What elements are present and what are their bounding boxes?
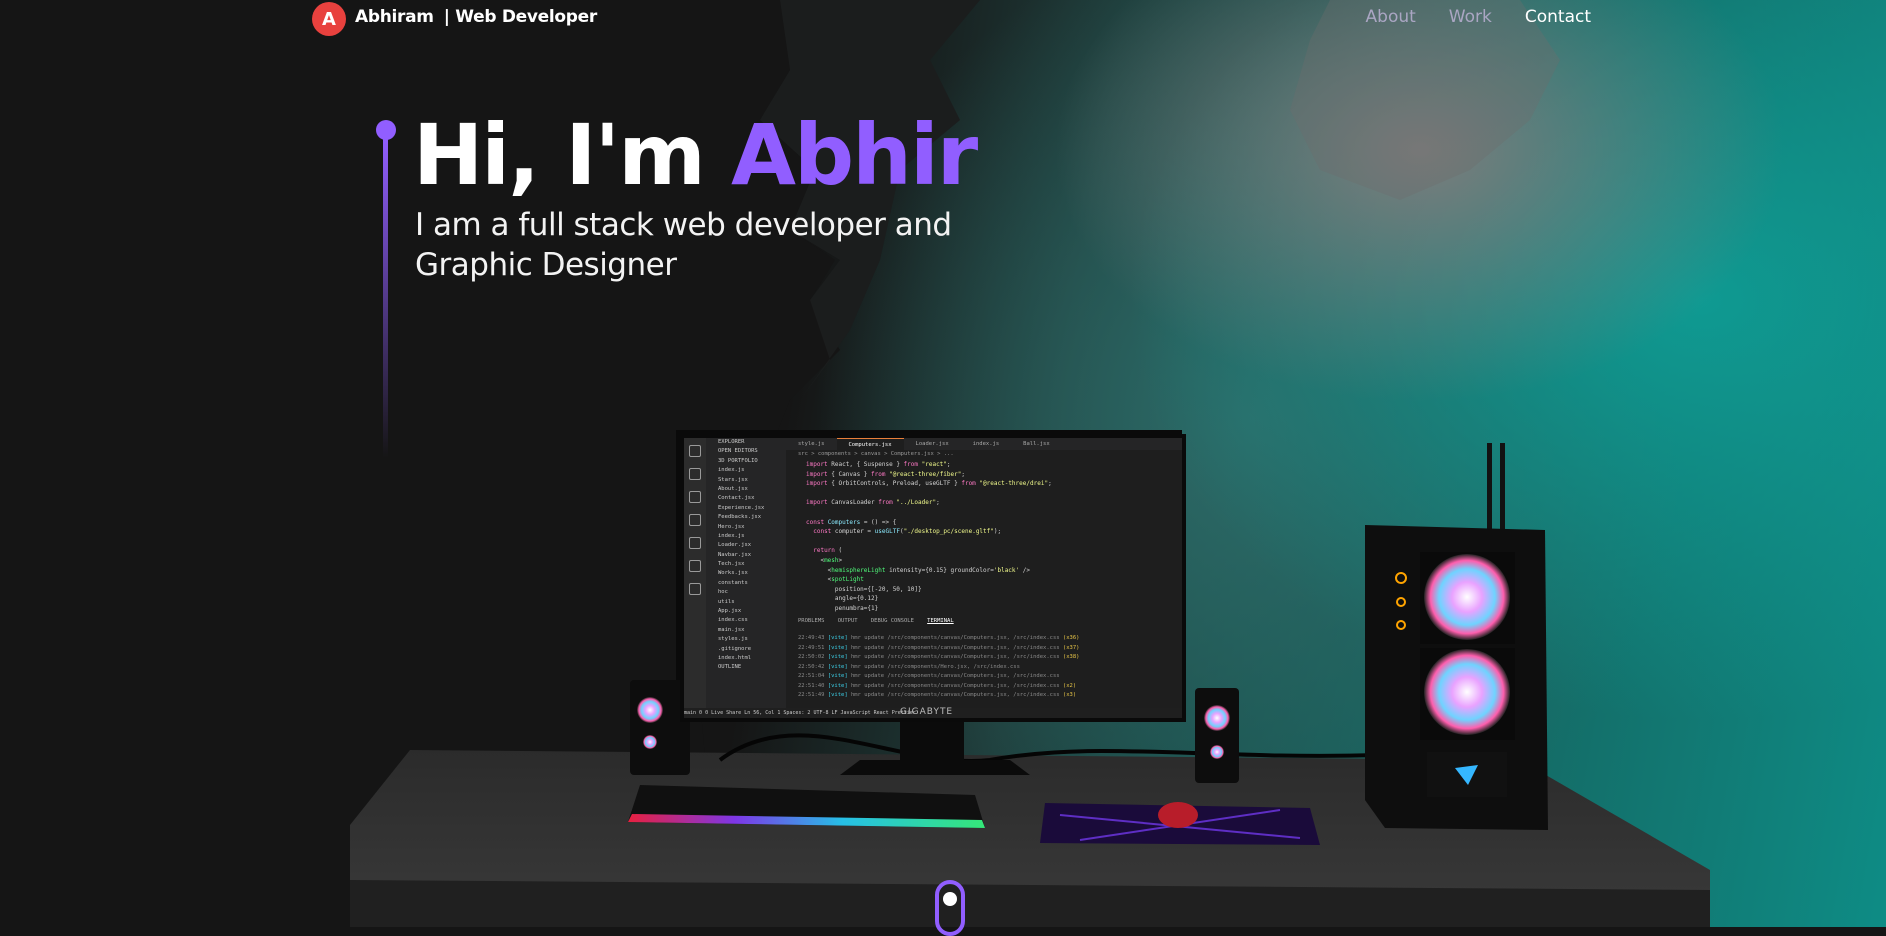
list-item: Contact.jsx <box>718 495 755 502</box>
scroll-indicator-dot <box>943 892 957 906</box>
list-item: Hero.jsx <box>718 523 745 530</box>
tab-style: style.js <box>798 441 825 447</box>
list-item: styles.js <box>718 636 748 643</box>
tab-loader: Loader.jsx <box>915 441 949 447</box>
list-item: Loader.jsx <box>718 542 752 549</box>
list-item: Tech.jsx <box>718 561 745 568</box>
pc-tower <box>1365 443 1548 830</box>
list-item: About.jsx <box>718 485 748 492</box>
editor-tabs: style.js Computers.jsx Loader.jsx index.… <box>786 438 1182 450</box>
list-item: App.jsx <box>718 608 742 615</box>
monitor-stand <box>900 716 964 766</box>
activity-bar <box>684 438 706 718</box>
terminal-output: 22:49:43 [vite] hmr update /src/componen… <box>798 635 1080 698</box>
tab-output: OUTPUT <box>837 618 858 624</box>
code-editor: import React, { Suspense } from "react";… <box>806 461 1052 612</box>
list-item: OPEN EDITORS <box>718 448 758 455</box>
list-item: OUTLINE <box>718 664 742 671</box>
list-item: Stars.jsx <box>718 476 748 483</box>
list-item: constants <box>718 579 748 586</box>
list-item: .gitignore <box>718 645 752 652</box>
scroll-indicator-icon[interactable] <box>935 880 965 936</box>
monitor-screen: EXPLORER OPEN EDITORS 3D PORTFOLIO index… <box>680 434 1186 722</box>
monitor-brand: GIGABYTE <box>900 707 954 717</box>
list-item: index.js <box>718 467 745 474</box>
mousepad <box>1040 802 1320 845</box>
tab-ball: Ball.jsx <box>1023 441 1050 447</box>
list-item: Feedbacks.jsx <box>718 514 762 521</box>
tab-debug-console: DEBUG CONSOLE <box>870 618 914 624</box>
tab-terminal: TERMINAL <box>927 618 954 624</box>
list-item: utils <box>718 598 735 605</box>
list-item: index.js <box>718 532 745 539</box>
tab-index: index.js <box>972 441 1000 447</box>
list-item: hoc <box>718 589 728 596</box>
file-explorer: EXPLORER OPEN EDITORS 3D PORTFOLIO index… <box>706 438 786 718</box>
breadcrumb: src > components > canvas > Computers.js… <box>798 451 954 457</box>
tab-computers: Computers.jsx <box>836 438 904 450</box>
list-item: Works.jsx <box>718 570 748 577</box>
list-item: index.css <box>718 617 748 624</box>
mouse <box>1158 802 1198 828</box>
list-item: 3D PORTFOLIO <box>718 457 758 464</box>
list-item: EXPLORER <box>718 439 745 445</box>
list-item: Experience.jsx <box>718 504 765 511</box>
right-speaker <box>1195 688 1239 783</box>
list-item: index.html <box>718 654 752 661</box>
list-item: Navbar.jsx <box>718 551 752 558</box>
tab-problems: PROBLEMS <box>798 618 825 624</box>
list-item: main.jsx <box>718 626 745 633</box>
panel-tabs: PROBLEMS OUTPUT DEBUG CONSOLE TERMINAL <box>798 618 954 624</box>
